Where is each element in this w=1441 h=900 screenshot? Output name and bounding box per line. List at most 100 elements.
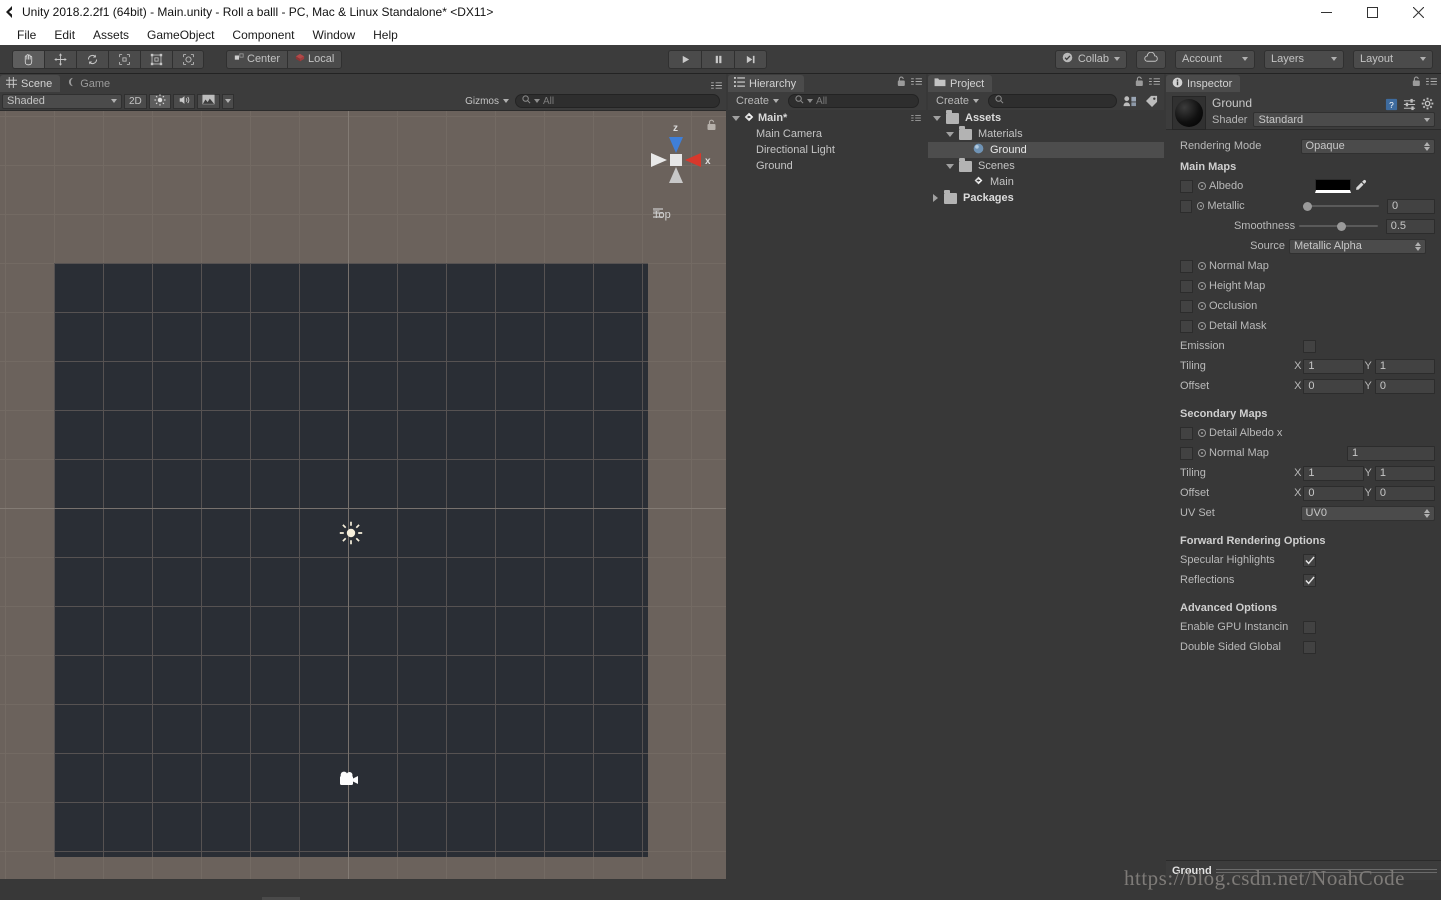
- minimize-icon[interactable]: [1303, 0, 1349, 24]
- lock-icon[interactable]: [1412, 76, 1421, 90]
- project-row-scenes[interactable]: Scenes: [928, 157, 1164, 174]
- material-preview[interactable]: [1172, 96, 1206, 130]
- project-row-assets[interactable]: Assets: [928, 109, 1164, 126]
- menu-gameobject[interactable]: GameObject: [138, 26, 223, 44]
- hierarchy-item-directional-light[interactable]: Directional Light: [728, 142, 926, 158]
- maximize-icon[interactable]: [1349, 0, 1395, 24]
- hierarchy-search-input[interactable]: All: [788, 94, 919, 108]
- menu-help[interactable]: Help: [364, 26, 407, 44]
- menu-edit[interactable]: Edit: [45, 26, 84, 44]
- scene-search-input[interactable]: All: [515, 94, 720, 108]
- move-tool-button[interactable]: [44, 49, 76, 69]
- account-button[interactable]: Account: [1175, 49, 1255, 69]
- offset-y-field[interactable]: 0: [1374, 378, 1435, 394]
- collab-button[interactable]: Collab: [1054, 49, 1127, 69]
- uv-set-dropdown[interactable]: UV0: [1300, 505, 1435, 521]
- scene-view-gizmo[interactable]: z x Top: [631, 117, 721, 225]
- layers-button[interactable]: Layers: [1264, 49, 1344, 69]
- tab-game[interactable]: Game: [60, 75, 119, 92]
- secondary-offset-x-field[interactable]: 0: [1303, 485, 1364, 501]
- normal-map-texture-slot[interactable]: [1180, 259, 1193, 273]
- cloud-button[interactable]: [1136, 49, 1166, 69]
- normal-map-toggle-icon[interactable]: [1198, 262, 1206, 270]
- detail-albedo-texture-slot[interactable]: [1180, 426, 1193, 440]
- hierarchy-create-button[interactable]: Create: [731, 94, 784, 109]
- hierarchy-scene-menu[interactable]: [910, 113, 922, 125]
- transform-tool-button[interactable]: [172, 49, 204, 69]
- scene-viewport[interactable]: z x Top: [0, 111, 726, 879]
- tab-inspector[interactable]: Inspector: [1166, 75, 1241, 92]
- metallic-toggle-icon[interactable]: [1196, 202, 1205, 210]
- metallic-texture-slot[interactable]: [1180, 199, 1192, 213]
- hand-tool-button[interactable]: [12, 49, 44, 69]
- tab-hierarchy[interactable]: Hierarchy: [728, 75, 805, 92]
- secondary-tiling-y-field[interactable]: 1: [1374, 465, 1435, 481]
- smoothness-slider[interactable]: [1299, 219, 1378, 234]
- albedo-color-swatch[interactable]: [1315, 179, 1351, 193]
- toggle-2d-button[interactable]: 2D: [124, 93, 147, 109]
- inspector-panel-menu[interactable]: [1425, 77, 1438, 89]
- rendering-mode-dropdown[interactable]: Opaque: [1300, 138, 1435, 154]
- menu-assets[interactable]: Assets: [84, 26, 138, 44]
- reflections-checkbox[interactable]: [1303, 573, 1316, 587]
- help-book-icon[interactable]: ?: [1385, 98, 1398, 114]
- secondary-tiling-x-field[interactable]: 1: [1303, 465, 1364, 481]
- project-panel-menu[interactable]: [1148, 77, 1161, 89]
- metallic-slider[interactable]: [1303, 199, 1380, 214]
- chevron-right-icon[interactable]: [933, 194, 938, 202]
- offset-x-field[interactable]: 0: [1303, 378, 1364, 394]
- space-mode-button[interactable]: Local: [287, 49, 343, 69]
- project-create-button[interactable]: Create: [931, 94, 984, 109]
- pause-button[interactable]: [701, 49, 734, 69]
- layout-button[interactable]: Layout: [1353, 49, 1433, 69]
- project-row-main-scene[interactable]: Main: [928, 174, 1164, 190]
- rect-transform-tool-button[interactable]: [140, 49, 172, 69]
- effects-toggle-button[interactable]: [196, 93, 220, 109]
- play-button[interactable]: [668, 49, 701, 69]
- albedo-texture-slot[interactable]: [1180, 179, 1193, 193]
- project-search-input[interactable]: [988, 94, 1117, 108]
- secondary-offset-y-field[interactable]: 0: [1374, 485, 1435, 501]
- hierarchy-item-ground[interactable]: Ground: [728, 158, 926, 174]
- audio-toggle-button[interactable]: [172, 93, 195, 109]
- label-tag-icon[interactable]: [1143, 94, 1161, 109]
- height-map-texture-slot[interactable]: [1180, 279, 1193, 293]
- chevron-down-icon[interactable]: [933, 115, 941, 121]
- shader-dropdown[interactable]: Standard: [1253, 112, 1435, 127]
- detail-mask-toggle-icon[interactable]: [1198, 322, 1206, 330]
- hierarchy-panel-menu[interactable]: [910, 77, 923, 89]
- gpu-instancing-checkbox[interactable]: [1303, 620, 1316, 634]
- secondary-normal-texture-slot[interactable]: [1180, 446, 1193, 460]
- rotate-tool-button[interactable]: [76, 49, 108, 69]
- project-row-packages[interactable]: Packages: [928, 189, 1164, 206]
- menu-file[interactable]: File: [8, 26, 45, 44]
- project-row-materials[interactable]: Materials: [928, 125, 1164, 142]
- lock-icon[interactable]: [706, 119, 717, 134]
- lock-icon[interactable]: [1135, 76, 1144, 90]
- chevron-down-icon[interactable]: [732, 115, 740, 121]
- tab-scene[interactable]: Scene: [0, 75, 61, 92]
- pivot-mode-button[interactable]: Center: [226, 49, 288, 69]
- tab-project[interactable]: Project: [928, 75, 993, 92]
- metallic-value-field[interactable]: 0: [1387, 198, 1435, 214]
- lighting-toggle-button[interactable]: [148, 93, 171, 109]
- lock-icon[interactable]: [897, 76, 906, 90]
- preset-icon[interactable]: [1403, 98, 1416, 114]
- project-row-ground[interactable]: Ground: [928, 142, 1164, 158]
- eyedropper-icon[interactable]: [1355, 179, 1367, 194]
- chevron-down-icon[interactable]: [946, 163, 954, 169]
- main-camera-gizmo[interactable]: [338, 770, 364, 793]
- favorites-icon[interactable]: [1121, 94, 1139, 109]
- hierarchy-item-main-camera[interactable]: Main Camera: [728, 126, 926, 142]
- specular-highlights-checkbox[interactable]: [1303, 553, 1316, 567]
- gear-icon[interactable]: [1421, 97, 1435, 114]
- occlusion-toggle-icon[interactable]: [1198, 302, 1206, 310]
- chevron-down-icon[interactable]: [946, 131, 954, 137]
- secondary-normal-toggle-icon[interactable]: [1198, 449, 1206, 457]
- gizmos-dropdown-button[interactable]: Gizmos: [461, 94, 513, 109]
- tiling-x-field[interactable]: 1: [1303, 358, 1364, 374]
- scale-tool-button[interactable]: [108, 49, 140, 69]
- step-button[interactable]: [734, 49, 767, 69]
- menu-component[interactable]: Component: [223, 26, 303, 44]
- scene-panel-menu[interactable]: [710, 81, 723, 90]
